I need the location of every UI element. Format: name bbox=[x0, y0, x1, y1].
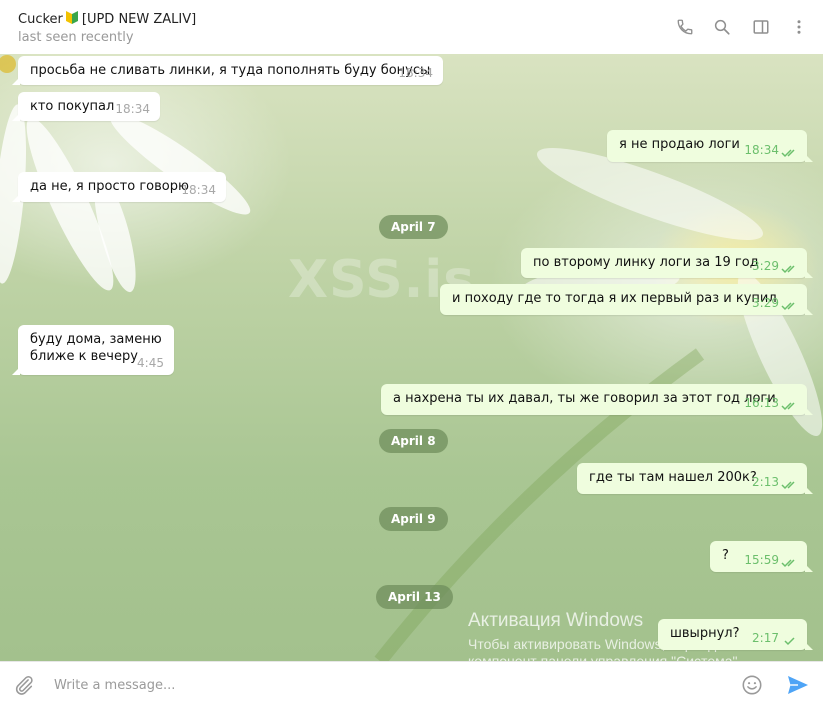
message-text: я не продаю логи bbox=[619, 137, 740, 152]
message-text-line: буду дома, заменю bbox=[30, 332, 162, 347]
date-separator: April 8 bbox=[379, 429, 448, 453]
message-time: 2:13 bbox=[752, 475, 779, 489]
message-outgoing[interactable]: по второму линку логи за 19 год 3:29 bbox=[521, 248, 813, 278]
windows-activation-line: компонент панели управления "Система". bbox=[468, 653, 742, 661]
message-text: кто покупал bbox=[30, 99, 115, 114]
chat-name-suffix: [UPD NEW ZALIV] bbox=[81, 12, 197, 27]
message-outgoing[interactable]: а нахрена ты их давал, ты же говорил за … bbox=[381, 384, 813, 415]
message-text: и походу где то тогда я их первый раз и … bbox=[452, 291, 777, 306]
message-text: а нахрена ты их давал, ты же говорил за … bbox=[393, 391, 776, 406]
message-time: 3:29 bbox=[752, 296, 779, 310]
message-text: просьба не сливать линки, я туда пополня… bbox=[30, 63, 431, 78]
single-check-icon bbox=[784, 637, 795, 646]
message-time: 3:29 bbox=[752, 259, 779, 273]
message-incoming[interactable]: кто покупал 18:34 bbox=[12, 92, 160, 121]
telegram-window: Cucker [UPD NEW ZALIV] last seen recently bbox=[0, 0, 823, 706]
message-composer bbox=[0, 661, 823, 706]
message-time: 18:34 bbox=[744, 143, 779, 157]
emoji-icon[interactable] bbox=[738, 671, 766, 699]
date-separator: April 13 bbox=[376, 585, 453, 609]
message-incoming[interactable]: просьба не сливать линки, я туда пополня… bbox=[12, 56, 443, 85]
date-separator: April 9 bbox=[379, 507, 448, 531]
attach-icon[interactable] bbox=[10, 671, 38, 699]
message-outgoing[interactable]: швырнул? 2:17 bbox=[658, 619, 813, 650]
search-icon[interactable] bbox=[709, 14, 735, 40]
message-text: швырнул? bbox=[670, 626, 740, 641]
date-separator: April 7 bbox=[379, 215, 448, 239]
double-check-icon bbox=[781, 302, 795, 311]
message-time: 15:59 bbox=[744, 553, 779, 567]
message-input[interactable] bbox=[52, 670, 726, 700]
double-check-icon bbox=[781, 149, 795, 158]
chat-title[interactable]: Cucker [UPD NEW ZALIV] bbox=[18, 9, 196, 29]
double-check-icon bbox=[781, 559, 795, 568]
sidebar-toggle-icon[interactable] bbox=[748, 14, 774, 40]
double-check-icon bbox=[781, 481, 795, 490]
message-time: 18:34 bbox=[398, 66, 433, 80]
double-check-icon bbox=[781, 265, 795, 274]
beginner-mark-icon bbox=[65, 9, 79, 29]
message-incoming[interactable]: да не, я просто говорю 18:34 bbox=[12, 172, 226, 202]
message-outgoing[interactable]: и походу где то тогда я их первый раз и … bbox=[440, 284, 813, 315]
message-time: 18:34 bbox=[115, 102, 150, 116]
message-outgoing[interactable]: где ты там нашел 200к? 2:13 bbox=[577, 463, 813, 494]
message-time: 18:34 bbox=[181, 183, 216, 197]
double-check-icon bbox=[781, 402, 795, 411]
more-vertical-icon[interactable] bbox=[786, 14, 812, 40]
message-list[interactable]: XSS.is просьба не сливать линки, я туда … bbox=[0, 54, 823, 661]
chat-status: last seen recently bbox=[18, 30, 134, 45]
message-text: где ты там нашел 200к? bbox=[589, 470, 757, 485]
chat-name-prefix: Cucker bbox=[18, 12, 63, 27]
message-incoming[interactable]: буду дома, заменю ближе к вечеру 4:45 bbox=[12, 325, 174, 375]
message-time: 16:13 bbox=[744, 396, 779, 410]
message-time: 4:45 bbox=[137, 356, 164, 370]
message-time: 2:17 bbox=[752, 631, 779, 645]
message-text: ? bbox=[722, 548, 729, 563]
send-icon[interactable] bbox=[784, 671, 812, 699]
message-text: по второму линку логи за 19 год bbox=[533, 255, 759, 270]
chat-header: Cucker [UPD NEW ZALIV] last seen recently bbox=[0, 0, 823, 55]
phone-icon[interactable] bbox=[672, 14, 698, 40]
message-text: да не, я просто говорю bbox=[30, 179, 189, 194]
message-outgoing[interactable]: я не продаю логи 18:34 bbox=[607, 130, 813, 162]
message-outgoing[interactable]: ? 15:59 bbox=[710, 541, 813, 572]
